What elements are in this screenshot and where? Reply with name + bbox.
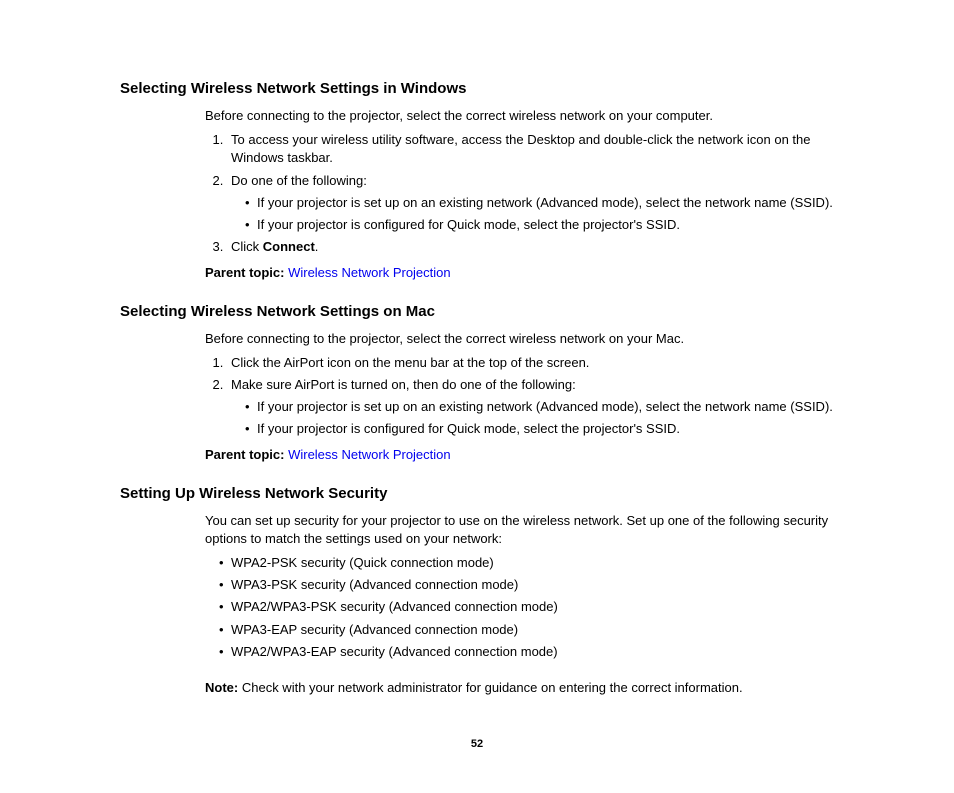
bullet-item: If your projector is set up on an existi… [245,194,834,212]
intro-text: Before connecting to the projector, sele… [205,107,834,125]
steps-list: To access your wireless utility software… [205,131,834,256]
parent-topic: Parent topic: Wireless Network Projectio… [205,264,834,282]
bullet-item: If your projector is set up on an existi… [245,398,834,416]
parent-topic: Parent topic: Wireless Network Projectio… [205,446,834,464]
step-2-text: Do one of the following: [231,173,367,188]
intro-text: You can set up security for your project… [205,512,834,548]
heading-windows-wireless: Selecting Wireless Network Settings in W… [120,78,834,99]
bullet-item: WPA2/WPA3-PSK security (Advanced connect… [219,598,834,616]
bullet-item: WPA3-EAP security (Advanced connection m… [219,621,834,639]
step-3-post: . [315,239,319,254]
connect-label: Connect [263,239,315,254]
parent-topic-label: Parent topic: [205,265,288,280]
section1-body: Before connecting to the projector, sele… [205,107,834,283]
sub-bullets: If your projector is set up on an existi… [245,194,834,234]
section3-body: You can set up security for your project… [205,512,834,698]
step-3-pre: Click [231,239,263,254]
heading-security: Setting Up Wireless Network Security [120,483,834,504]
step-1: Click the AirPort icon on the menu bar a… [227,354,834,372]
step-2: Make sure AirPort is turned on, then do … [227,376,834,439]
note: Note: Check with your network administra… [205,679,834,697]
note-label: Note: [205,680,242,695]
heading-mac-wireless: Selecting Wireless Network Settings on M… [120,301,834,322]
parent-topic-link[interactable]: Wireless Network Projection [288,265,451,280]
steps-list: Click the AirPort icon on the menu bar a… [205,354,834,439]
bullet-item: WPA3-PSK security (Advanced connection m… [219,576,834,594]
bullet-item: WPA2/WPA3-EAP security (Advanced connect… [219,643,834,661]
parent-topic-label: Parent topic: [205,447,288,462]
step-2: Do one of the following: If your project… [227,172,834,235]
bullet-item: WPA2-PSK security (Quick connection mode… [219,554,834,572]
step-3: Click Connect. [227,238,834,256]
bullet-item: If your projector is configured for Quic… [245,216,834,234]
intro-text: Before connecting to the projector, sele… [205,330,834,348]
bullet-item: If your projector is configured for Quic… [245,420,834,438]
page-number: 52 [120,737,834,752]
note-text: Check with your network administrator fo… [242,680,743,695]
section2-body: Before connecting to the projector, sele… [205,330,834,465]
sub-bullets: If your projector is set up on an existi… [245,398,834,438]
parent-topic-link[interactable]: Wireless Network Projection [288,447,451,462]
step-1: To access your wireless utility software… [227,131,834,167]
step-2-text: Make sure AirPort is turned on, then do … [231,377,576,392]
security-options-list: WPA2-PSK security (Quick connection mode… [219,554,834,661]
